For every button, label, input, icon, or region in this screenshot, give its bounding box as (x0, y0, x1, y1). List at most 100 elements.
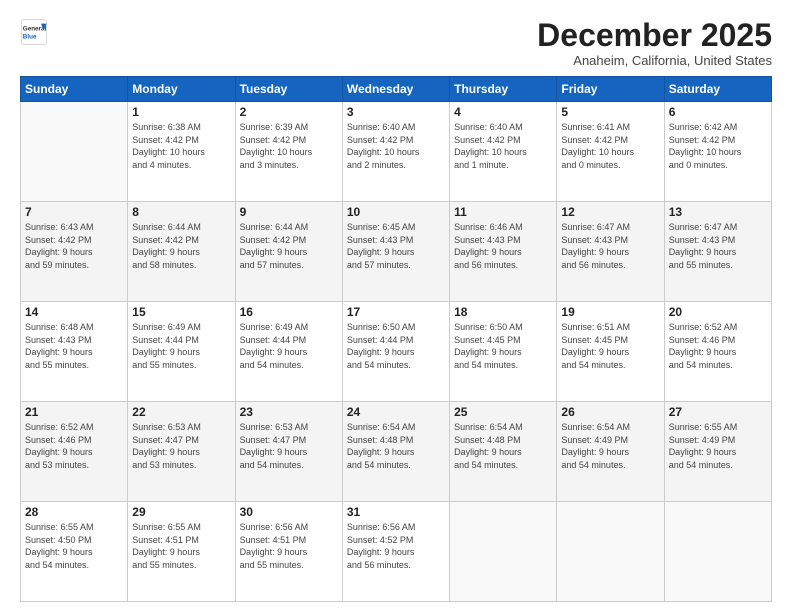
table-row: 30 Sunrise: 6:56 AMSunset: 4:51 PMDayligh… (235, 502, 342, 602)
calendar-week-row: 28 Sunrise: 6:55 AMSunset: 4:50 PMDayligh… (21, 502, 772, 602)
table-row: 29Sunrise: 6:55 AMSunset: 4:51 PMDayligh… (128, 502, 235, 602)
table-row (21, 102, 128, 202)
day-info: Sunrise: 6:43 AMSunset: 4:42 PMDaylight:… (25, 221, 123, 271)
table-row: 14 Sunrise: 6:48 AMSunset: 4:43 PMDayligh… (21, 302, 128, 402)
day-info: Sunrise: 6:48 AMSunset: 4:43 PMDaylight:… (25, 321, 123, 371)
day-info: Sunrise: 6:47 AMSunset: 4:43 PMDaylight:… (561, 221, 659, 271)
day-info: Sunrise: 6:38 AMSunset: 4:42 PMDaylight:… (132, 121, 230, 171)
day-number: 3 (347, 105, 445, 119)
day-info: Sunrise: 6:54 AMSunset: 4:48 PMDaylight:… (347, 421, 445, 471)
day-info: Sunrise: 6:55 AMSunset: 4:49 PMDaylight:… (669, 421, 767, 471)
table-row: 13Sunrise: 6:47 AMSunset: 4:43 PMDayligh… (664, 202, 771, 302)
day-info: Sunrise: 6:47 AMSunset: 4:43 PMDaylight:… (669, 221, 767, 271)
col-tuesday: Tuesday (235, 77, 342, 102)
location: Anaheim, California, United States (537, 53, 772, 68)
table-row: 28 Sunrise: 6:55 AMSunset: 4:50 PMDayligh… (21, 502, 128, 602)
day-info: Sunrise: 6:46 AMSunset: 4:43 PMDaylight:… (454, 221, 552, 271)
day-info: Sunrise: 6:49 AMSunset: 4:44 PMDaylight:… (240, 321, 338, 371)
table-row: 7Sunrise: 6:43 AMSunset: 4:42 PMDaylight… (21, 202, 128, 302)
table-row (450, 502, 557, 602)
day-info: Sunrise: 6:49 AMSunset: 4:44 PMDaylight:… (132, 321, 230, 371)
day-number: 22 (132, 405, 230, 419)
day-number: 26 (561, 405, 659, 419)
table-row: 17 Sunrise: 6:50 AMSunset: 4:44 PMDayligh… (342, 302, 449, 402)
day-number: 30 (240, 505, 338, 519)
day-number: 14 (25, 305, 123, 319)
table-row: 5Sunrise: 6:41 AMSunset: 4:42 PMDaylight… (557, 102, 664, 202)
table-row: 16Sunrise: 6:49 AMSunset: 4:44 PMDayligh… (235, 302, 342, 402)
col-thursday: Thursday (450, 77, 557, 102)
day-info: Sunrise: 6:44 AMSunset: 4:42 PMDaylight:… (240, 221, 338, 271)
table-row: 9 Sunrise: 6:44 AMSunset: 4:42 PMDaylight… (235, 202, 342, 302)
table-row: 3 Sunrise: 6:40 AMSunset: 4:42 PMDaylight… (342, 102, 449, 202)
day-number: 31 (347, 505, 445, 519)
day-info: Sunrise: 6:39 AMSunset: 4:42 PMDaylight:… (240, 121, 338, 171)
day-info: Sunrise: 6:41 AMSunset: 4:42 PMDaylight:… (561, 121, 659, 171)
day-info: Sunrise: 6:56 AMSunset: 4:52 PMDaylight:… (347, 521, 445, 571)
day-number: 6 (669, 105, 767, 119)
day-number: 20 (669, 305, 767, 319)
calendar-header-row: Sunday Monday Tuesday Wednesday Thursday… (21, 77, 772, 102)
day-number: 28 (25, 505, 123, 519)
table-row: 2 Sunrise: 6:39 AMSunset: 4:42 PMDaylight… (235, 102, 342, 202)
day-info: Sunrise: 6:50 AMSunset: 4:44 PMDaylight:… (347, 321, 445, 371)
day-number: 27 (669, 405, 767, 419)
table-row: 19 Sunrise: 6:51 AMSunset: 4:45 PMDayligh… (557, 302, 664, 402)
day-number: 21 (25, 405, 123, 419)
calendar-week-row: 21 Sunrise: 6:52 AMSunset: 4:46 PMDayligh… (21, 402, 772, 502)
logo: General Blue (20, 18, 48, 46)
header-right: December 2025 Anaheim, California, Unite… (537, 18, 772, 68)
day-info: Sunrise: 6:52 AMSunset: 4:46 PMDaylight:… (25, 421, 123, 471)
day-info: Sunrise: 6:55 AMSunset: 4:51 PMDaylight:… (132, 521, 230, 571)
table-row (664, 502, 771, 602)
day-info: Sunrise: 6:50 AMSunset: 4:45 PMDaylight:… (454, 321, 552, 371)
day-info: Sunrise: 6:51 AMSunset: 4:45 PMDaylight:… (561, 321, 659, 371)
table-row (557, 502, 664, 602)
day-number: 15 (132, 305, 230, 319)
table-row: 26 Sunrise: 6:54 AMSunset: 4:49 PMDayligh… (557, 402, 664, 502)
calendar: Sunday Monday Tuesday Wednesday Thursday… (20, 76, 772, 602)
day-number: 9 (240, 205, 338, 219)
col-monday: Monday (128, 77, 235, 102)
day-number: 24 (347, 405, 445, 419)
day-info: Sunrise: 6:55 AMSunset: 4:50 PMDaylight:… (25, 521, 123, 571)
day-info: Sunrise: 6:42 AMSunset: 4:42 PMDaylight:… (669, 121, 767, 171)
day-info: Sunrise: 6:56 AMSunset: 4:51 PMDaylight:… (240, 521, 338, 571)
table-row: 10Sunrise: 6:45 AMSunset: 4:43 PMDayligh… (342, 202, 449, 302)
table-row: 8 Sunrise: 6:44 AMSunset: 4:42 PMDaylight… (128, 202, 235, 302)
day-number: 17 (347, 305, 445, 319)
col-saturday: Saturday (664, 77, 771, 102)
day-number: 11 (454, 205, 552, 219)
table-row: 15 Sunrise: 6:49 AMSunset: 4:44 PMDayligh… (128, 302, 235, 402)
logo-icon: General Blue (20, 18, 48, 46)
day-info: Sunrise: 6:53 AMSunset: 4:47 PMDaylight:… (132, 421, 230, 471)
table-row: 31 Sunrise: 6:56 AMSunset: 4:52 PMDayligh… (342, 502, 449, 602)
table-row: 1 Sunrise: 6:38 AMSunset: 4:42 PMDaylight… (128, 102, 235, 202)
day-number: 25 (454, 405, 552, 419)
day-number: 1 (132, 105, 230, 119)
day-info: Sunrise: 6:52 AMSunset: 4:46 PMDaylight:… (669, 321, 767, 371)
month-title: December 2025 (537, 18, 772, 53)
col-friday: Friday (557, 77, 664, 102)
day-info: Sunrise: 6:53 AMSunset: 4:47 PMDaylight:… (240, 421, 338, 471)
day-info: Sunrise: 6:54 AMSunset: 4:48 PMDaylight:… (454, 421, 552, 471)
day-info: Sunrise: 6:40 AMSunset: 4:42 PMDaylight:… (347, 121, 445, 171)
day-number: 8 (132, 205, 230, 219)
table-row: 24 Sunrise: 6:54 AMSunset: 4:48 PMDayligh… (342, 402, 449, 502)
day-number: 23 (240, 405, 338, 419)
table-row: 25 Sunrise: 6:54 AMSunset: 4:48 PMDayligh… (450, 402, 557, 502)
day-info: Sunrise: 6:40 AMSunset: 4:42 PMDaylight:… (454, 121, 552, 171)
day-info: Sunrise: 6:44 AMSunset: 4:42 PMDaylight:… (132, 221, 230, 271)
day-number: 2 (240, 105, 338, 119)
table-row: 18Sunrise: 6:50 AMSunset: 4:45 PMDayligh… (450, 302, 557, 402)
table-row: 27 Sunrise: 6:55 AMSunset: 4:49 PMDayligh… (664, 402, 771, 502)
page: General Blue December 2025 Anaheim, Cali… (0, 0, 792, 612)
day-number: 19 (561, 305, 659, 319)
top-section: General Blue December 2025 Anaheim, Cali… (20, 18, 772, 68)
table-row: 4 Sunrise: 6:40 AMSunset: 4:42 PMDaylight… (450, 102, 557, 202)
calendar-week-row: 14 Sunrise: 6:48 AMSunset: 4:43 PMDayligh… (21, 302, 772, 402)
day-number: 4 (454, 105, 552, 119)
day-info: Sunrise: 6:54 AMSunset: 4:49 PMDaylight:… (561, 421, 659, 471)
day-info: Sunrise: 6:45 AMSunset: 4:43 PMDaylight:… (347, 221, 445, 271)
day-number: 12 (561, 205, 659, 219)
